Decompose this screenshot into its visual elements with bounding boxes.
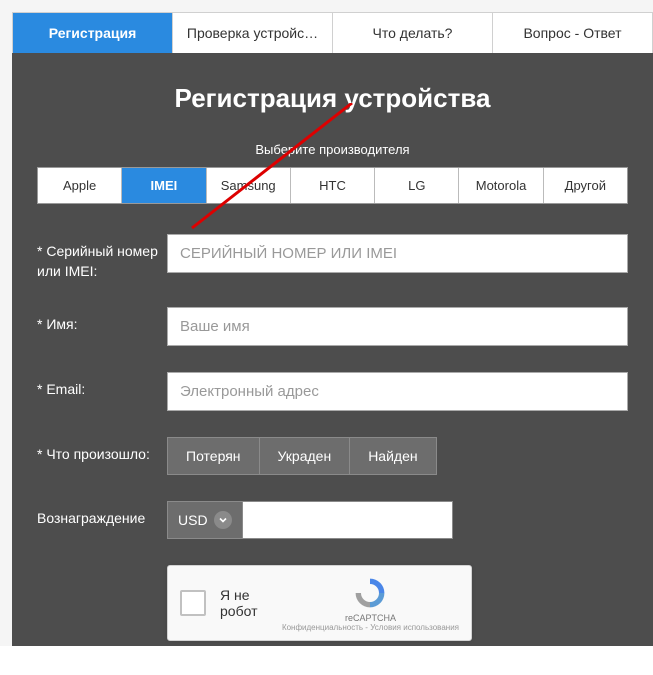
reward-input[interactable] [243, 501, 453, 539]
main-tabs: Регистрация Проверка устройс… Что делать… [12, 12, 653, 53]
registration-form: * Серийный номер или IMEI: * Имя: * Emai… [37, 234, 628, 641]
tab-faq[interactable]: Вопрос - Ответ [493, 13, 652, 53]
maker-subtitle: Выберите производителя [37, 142, 628, 157]
maker-samsung[interactable]: Samsung [207, 168, 291, 203]
maker-motorola[interactable]: Motorola [459, 168, 543, 203]
serial-input[interactable] [167, 234, 628, 273]
recaptcha-label: Я не робот [220, 587, 282, 619]
maker-htc[interactable]: HTC [291, 168, 375, 203]
maker-imei[interactable]: IMEI [122, 168, 206, 203]
tab-what-to-do[interactable]: Что делать? [333, 13, 493, 53]
recaptcha-logo-icon [352, 575, 388, 611]
name-label: * Имя: [37, 307, 167, 335]
email-input[interactable] [167, 372, 628, 411]
chevron-down-icon [214, 511, 232, 529]
serial-label: * Серийный номер или IMEI: [37, 234, 167, 281]
option-lost[interactable]: Потерян [167, 437, 260, 475]
page-title: Регистрация устройства [37, 83, 628, 114]
recaptcha-brand: reCAPTCHA [282, 613, 459, 623]
currency-select[interactable]: USD [167, 501, 243, 539]
what-happened-group: Потерян Украден Найден [167, 437, 628, 475]
recaptcha-checkbox[interactable] [180, 590, 206, 616]
recaptcha-terms: Конфиденциальность - Условия использован… [282, 623, 459, 632]
option-stolen[interactable]: Украден [260, 437, 351, 475]
tab-check-device[interactable]: Проверка устройс… [173, 13, 333, 53]
what-label: * Что произошло: [37, 437, 167, 465]
content-panel: Регистрация устройства Выберите производ… [12, 53, 653, 646]
reward-label: Вознаграждение [37, 501, 167, 529]
maker-tabs: Apple IMEI Samsung HTC LG Motorola Друго… [37, 167, 628, 204]
maker-other[interactable]: Другой [544, 168, 627, 203]
name-input[interactable] [167, 307, 628, 346]
option-found[interactable]: Найден [350, 437, 436, 475]
email-label: * Email: [37, 372, 167, 400]
tab-registration[interactable]: Регистрация [13, 13, 173, 53]
recaptcha-widget: Я не робот reCAPTCHA Конфиденциальность … [167, 565, 472, 641]
currency-value: USD [178, 512, 208, 528]
maker-apple[interactable]: Apple [38, 168, 122, 203]
maker-lg[interactable]: LG [375, 168, 459, 203]
